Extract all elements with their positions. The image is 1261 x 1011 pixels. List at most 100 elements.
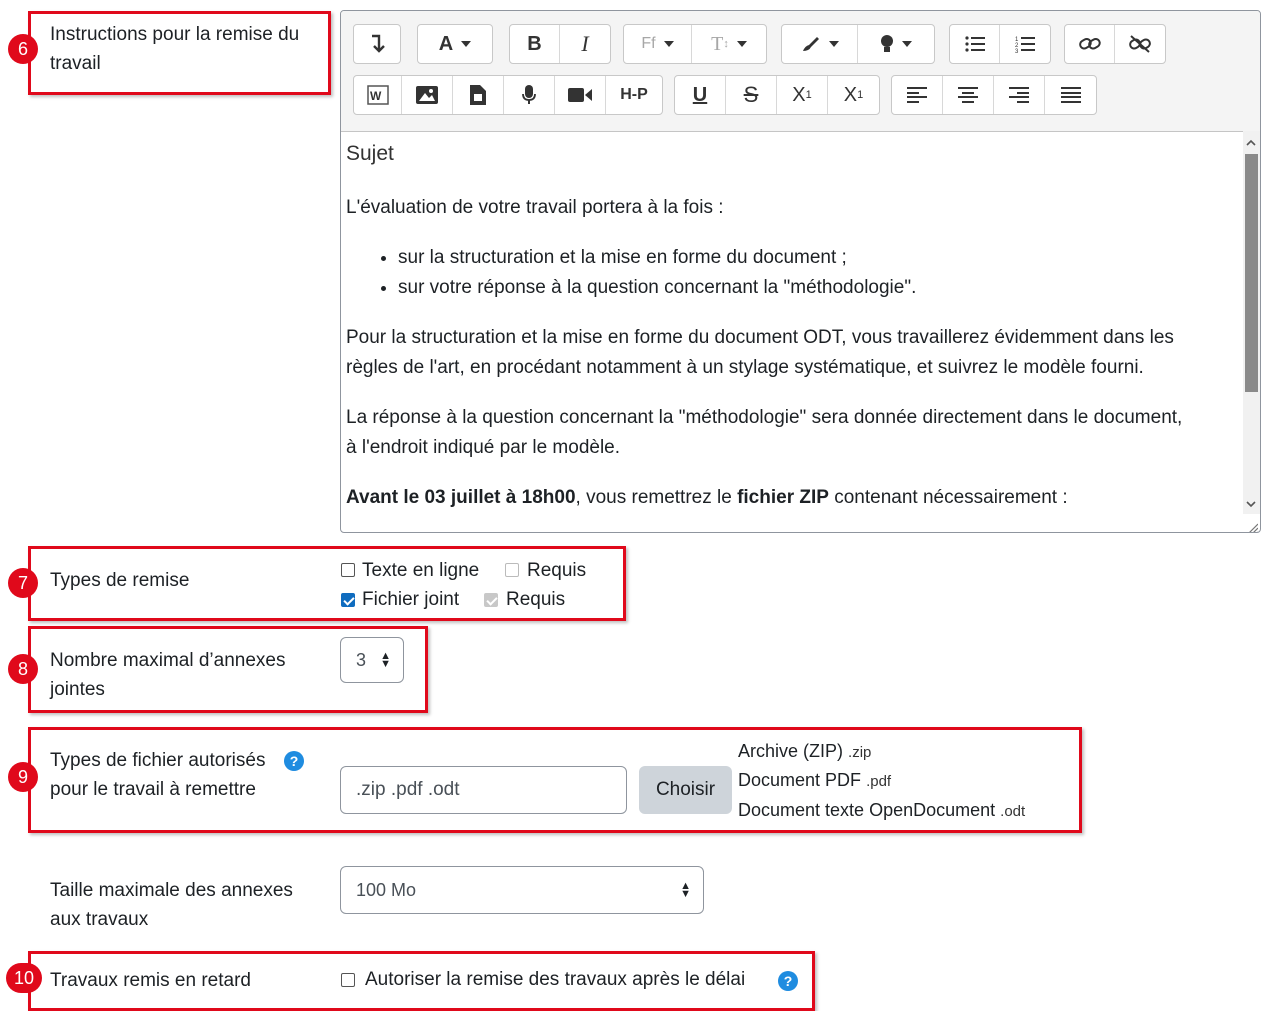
max-size-select[interactable]: 100 Mo ▲ ▼ xyxy=(340,866,704,914)
select-arrows-icon: ▲ ▼ xyxy=(680,880,691,900)
annotation-number-7: 7 xyxy=(8,568,38,598)
underline-button[interactable]: U xyxy=(675,76,726,114)
strikethrough-button[interactable]: S xyxy=(726,76,777,114)
file-submission-label: Fichier joint xyxy=(362,589,460,610)
toolbar-group-media: W H-P xyxy=(353,75,663,115)
subscript-button[interactable]: X1 xyxy=(777,76,828,114)
align-left-button[interactable] xyxy=(892,76,943,114)
toolbar-group-basic: B I xyxy=(509,24,611,64)
editor-scrollbar-thumb[interactable] xyxy=(1245,154,1258,392)
toolbar-group-format: U S X1 X1 xyxy=(674,75,880,115)
deadline-text: Avant le 03 juillet à 18h00 xyxy=(346,487,576,508)
late-submission-label: Travaux remis en retard xyxy=(50,970,251,991)
file-types-label-line-2: pour le travail à remettre xyxy=(50,779,256,800)
font-family-button[interactable]: Ff xyxy=(624,25,692,63)
toolbar-group-style: A xyxy=(417,24,493,64)
choose-button[interactable]: Choisir xyxy=(639,766,732,814)
microphone-button[interactable] xyxy=(504,76,555,114)
file-submission-checkbox[interactable] xyxy=(341,593,355,607)
content-paragraph-1: L'évaluation de votre travail portera à … xyxy=(346,197,724,218)
content-paragraph-2-line-2: règles de l'art, en procédant notamment … xyxy=(346,357,1144,378)
allow-late-label: Autoriser la remise des travaux après le… xyxy=(365,969,746,990)
content-paragraph-3-line-1: La réponse à la question concernant la "… xyxy=(346,407,1183,428)
file-types-label-line-1: Types de fichier autorisés xyxy=(50,750,266,771)
font-color-button[interactable] xyxy=(782,25,858,63)
justify-button[interactable] xyxy=(1045,76,1096,114)
toolbar-group-font: Ff T ↕ xyxy=(623,24,767,64)
online-text-required-checkbox[interactable] xyxy=(505,563,519,577)
annotation-number-10: 10 xyxy=(6,963,42,993)
scroll-down-icon[interactable] xyxy=(1246,497,1256,511)
annotation-number-9: 9 xyxy=(8,762,38,792)
file-type-name: Document texte OpenDocument xyxy=(738,800,996,820)
file-required-label: Requis xyxy=(506,589,566,610)
help-icon[interactable]: ? xyxy=(284,751,304,771)
select-arrows-icon: ▲ ▼ xyxy=(380,650,391,670)
bullet-item: sur la structuration et la mise en forme… xyxy=(398,243,916,273)
file-button[interactable] xyxy=(453,76,504,114)
toolbar-group-lists: 123 xyxy=(949,24,1051,64)
bold-button[interactable]: B xyxy=(510,25,560,63)
image-button[interactable] xyxy=(402,76,453,114)
file-type-name: Archive (ZIP) xyxy=(738,741,844,761)
toolbar-group-color xyxy=(781,24,935,64)
max-size-label-line-1: Taille maximale des annexes xyxy=(50,880,293,901)
help-icon[interactable]: ? xyxy=(778,971,798,991)
zip-text: fichier ZIP xyxy=(737,487,829,508)
content-bullet-list: sur la structuration et la mise en forme… xyxy=(376,243,916,303)
content-paragraph-2-line-1: Pour la structuration et la mise en form… xyxy=(346,327,1174,348)
align-right-button[interactable] xyxy=(994,76,1045,114)
max-files-label-line-1: Nombre maximal d’annexes xyxy=(50,650,286,671)
unlink-button[interactable] xyxy=(1115,25,1165,63)
max-files-select[interactable]: 3 ▲ ▼ xyxy=(340,637,404,683)
content-paragraph-3-line-2: à l'endroit indiqué par le modèle. xyxy=(346,437,621,458)
h5p-button[interactable]: H-P xyxy=(606,76,662,114)
file-types-input[interactable]: .zip .pdf .odt xyxy=(340,766,627,814)
superscript-button[interactable]: X1 xyxy=(828,76,879,114)
word-import-button[interactable]: W xyxy=(354,76,402,114)
editor-toolbar: A B I Ff T ↕ 123 W H-P U S X 1 X 1 xyxy=(341,11,1260,132)
rich-text-editor[interactable]: A B I Ff T ↕ 123 W H-P U S X 1 X 1 Sujet… xyxy=(340,10,1261,533)
toolbar-group-links xyxy=(1064,24,1166,64)
submission-types-label: Types de remise xyxy=(50,570,190,591)
text-fragment: , vous remettrez le xyxy=(575,487,738,508)
paragraph-style-button[interactable]: A xyxy=(418,25,492,63)
max-files-label-line-2: jointes xyxy=(50,679,105,700)
file-type-pdf: Document PDF .pdf xyxy=(738,765,891,797)
emphasis-button[interactable] xyxy=(858,25,934,63)
resize-handle-icon[interactable] xyxy=(1246,518,1259,532)
max-size-label-line-2: aux travaux xyxy=(50,909,149,930)
editor-content[interactable]: Sujet L'évaluation de votre travail port… xyxy=(346,131,1236,531)
instructions-label: Instructions pour la remise du travail xyxy=(50,24,300,74)
align-center-button[interactable] xyxy=(943,76,994,114)
content-paragraph-4: Avant le 03 juillet à 18h00, vous remett… xyxy=(346,483,1068,513)
file-type-zip: Archive (ZIP) .zip xyxy=(738,736,871,768)
text-fragment: contenant nécessairement : xyxy=(828,487,1068,508)
scroll-up-icon[interactable] xyxy=(1246,135,1256,149)
content-heading: Sujet xyxy=(346,142,394,165)
svg-text:W: W xyxy=(370,89,382,103)
annotation-number-8: 8 xyxy=(8,654,38,684)
online-text-required-label: Requis xyxy=(527,560,587,581)
file-required-checkbox[interactable] xyxy=(484,593,498,607)
file-type-ext: .zip xyxy=(848,744,872,761)
annotation-number-6: 6 xyxy=(8,34,38,64)
file-type-ext: .odt xyxy=(1000,803,1026,820)
online-text-label: Texte en ligne xyxy=(362,560,480,581)
collapse-toolbar-button[interactable] xyxy=(354,25,400,63)
max-size-value: 100 Mo xyxy=(356,880,417,900)
toolbar-group-collapse xyxy=(353,24,401,64)
toolbar-group-align xyxy=(891,75,1097,115)
font-size-button[interactable]: T ↕ xyxy=(692,25,766,63)
file-type-name: Document PDF xyxy=(738,770,862,790)
link-button[interactable] xyxy=(1065,25,1115,63)
unordered-list-button[interactable] xyxy=(950,25,1000,63)
online-text-checkbox[interactable] xyxy=(341,563,355,577)
allow-late-checkbox[interactable] xyxy=(341,973,355,987)
file-type-ext: .pdf xyxy=(866,773,892,790)
file-type-odt: Document texte OpenDocument .odt xyxy=(738,795,1025,827)
max-files-value: 3 xyxy=(356,650,367,670)
italic-button[interactable]: I xyxy=(560,25,610,63)
ordered-list-button[interactable]: 123 xyxy=(1000,25,1050,63)
video-button[interactable] xyxy=(555,76,606,114)
